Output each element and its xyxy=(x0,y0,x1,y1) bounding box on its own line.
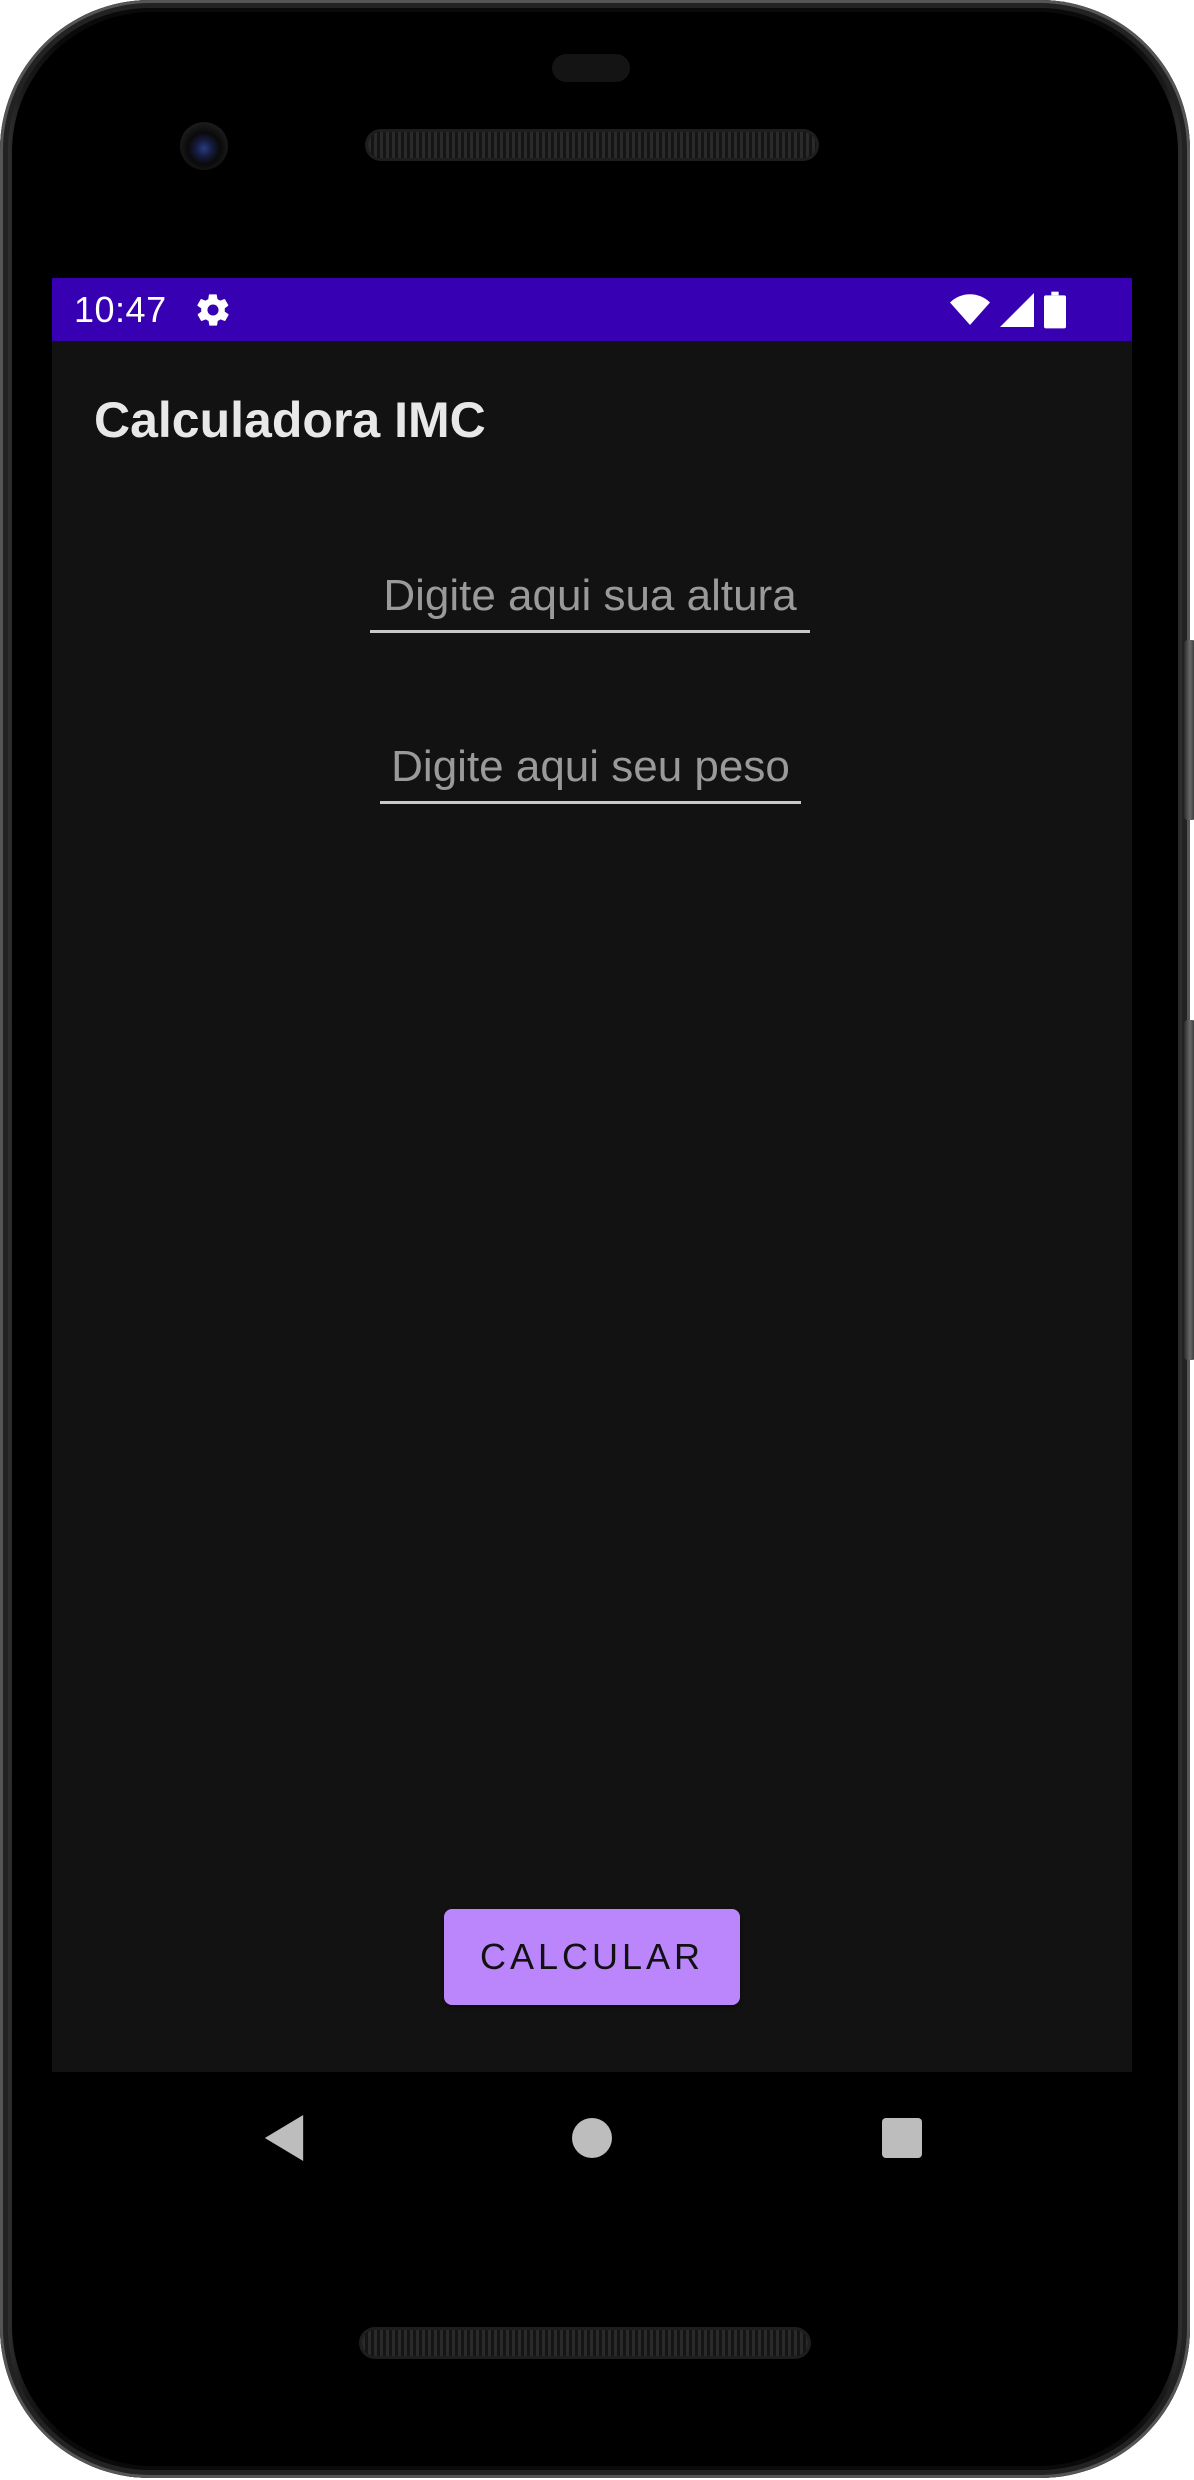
gear-icon xyxy=(197,294,229,326)
wifi-icon xyxy=(950,294,990,325)
nav-recents-button[interactable] xyxy=(872,2108,932,2168)
cell-signal-icon xyxy=(1000,293,1034,327)
phone-frame: 10:47 Calculadora IMC Digite aqui sua al… xyxy=(0,0,1194,2478)
status-icons xyxy=(950,290,1066,330)
front-camera xyxy=(180,122,228,170)
nav-back-button[interactable] xyxy=(254,2108,314,2168)
home-icon xyxy=(572,2118,612,2158)
app-title: Calculadora IMC xyxy=(94,392,486,448)
nav-home-button[interactable] xyxy=(562,2108,622,2168)
status-bar: 10:47 xyxy=(52,278,1132,341)
bottom-speaker xyxy=(362,2330,808,2356)
top-speaker xyxy=(368,132,816,158)
earpiece-slot xyxy=(552,54,630,82)
height-input[interactable]: Digite aqui sua altura xyxy=(370,568,810,633)
power-button xyxy=(1184,640,1194,820)
volume-button xyxy=(1184,1020,1194,1360)
calculate-button[interactable]: CALCULAR xyxy=(444,1909,740,2005)
screen: 10:47 Calculadora IMC Digite aqui sua al… xyxy=(52,278,1132,2072)
navigation-bar xyxy=(52,2072,1132,2202)
weight-input[interactable]: Digite aqui seu peso xyxy=(380,739,801,804)
back-icon xyxy=(264,2115,304,2161)
status-time: 10:47 xyxy=(74,289,167,330)
recents-icon xyxy=(882,2118,922,2158)
battery-icon xyxy=(1044,291,1066,329)
